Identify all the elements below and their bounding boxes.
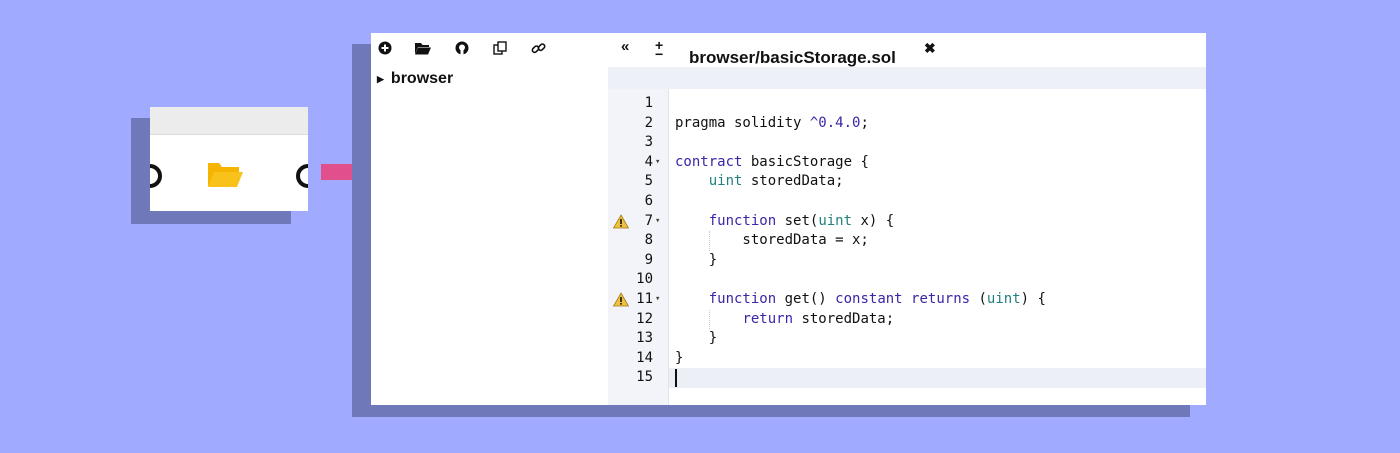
line-number: 7 — [644, 212, 653, 229]
plus-circle-icon[interactable] — [377, 40, 393, 56]
plus-minus-icon[interactable]: + − — [655, 38, 663, 61]
text-cursor — [675, 369, 677, 388]
tree-item-browser[interactable]: ▶ browser — [377, 70, 453, 88]
line-number: 6 — [644, 193, 653, 209]
code-text: return storedData; — [742, 310, 895, 327]
line-number: 2 — [644, 114, 653, 131]
github-icon — [296, 164, 308, 188]
code-line: 15 — [608, 368, 1206, 388]
code-line: return storedData; 12 — [608, 309, 1206, 330]
double-chevron-left-icon[interactable]: « — [621, 38, 629, 55]
code-line: } 13 — [608, 329, 1206, 349]
code-text: function get() constant returns (uint) { — [708, 291, 1046, 307]
fold-toggle-icon[interactable]: ▾ — [655, 212, 660, 232]
remix-ide-window: ▶ browser « + − browser/basicStorage.sol … — [371, 33, 1206, 405]
zoom-callout — [150, 107, 308, 211]
line-number: 8 — [644, 232, 653, 249]
code-line-content[interactable]: } — [669, 349, 1206, 369]
line-number: 14 — [636, 349, 653, 366]
code-line-content[interactable]: return storedData; — [669, 309, 1206, 330]
editor-top-band — [608, 67, 1206, 89]
folder-open-icon[interactable] — [415, 40, 431, 56]
code-line-content[interactable]: storedData = x; — [669, 231, 1206, 251]
line-number: 10 — [636, 271, 653, 288]
zoom-toolbar-strip — [150, 107, 308, 135]
code-line-content[interactable] — [669, 270, 1206, 290]
code-line: storedData = x; 8 — [608, 231, 1206, 251]
code-text: pragma solidity ^0.4.0; — [675, 114, 869, 131]
code-line: 10 — [608, 270, 1206, 290]
line-number: 5 — [644, 173, 653, 190]
code-text: contract basicStorage { — [675, 153, 869, 170]
code-text: function set(uint x) { — [708, 212, 895, 229]
tab-title: browser/basicStorage.sol — [689, 48, 896, 67]
code-line-content[interactable] — [669, 94, 1206, 114]
code-lines: 1 pragma solidity ^0.4.0; 2 3 contract basic… — [608, 89, 1206, 405]
line-number: 15 — [636, 369, 653, 386]
code-line: uint storedData; 5 — [608, 172, 1206, 192]
plus-circle-icon — [150, 164, 162, 188]
line-number: 3 — [644, 134, 653, 151]
code-line: contract basicStorage { 4 ▾ — [608, 153, 1206, 173]
code-text: } — [675, 251, 718, 268]
caret-right-icon: ▶ — [377, 73, 384, 84]
code-text: } — [675, 349, 684, 366]
code-line-content[interactable]: contract basicStorage { — [669, 153, 1206, 173]
code-line: pragma solidity ^0.4.0; 2 — [608, 114, 1206, 134]
code-line: function set(uint x) { 7 ▾ — [608, 212, 1206, 232]
line-number: 13 — [636, 330, 653, 347]
close-icon[interactable]: ✖ — [924, 40, 936, 57]
code-line-content[interactable] — [669, 133, 1206, 153]
fold-toggle-icon[interactable]: ▾ — [655, 290, 660, 310]
code-line-content[interactable]: pragma solidity ^0.4.0; — [669, 114, 1206, 134]
code-text: uint storedData; — [708, 173, 844, 190]
line-number: 11 — [636, 291, 653, 307]
code-line: } 9 — [608, 251, 1206, 271]
code-line: function get() constant returns (uint) {… — [608, 290, 1206, 310]
line-number: 9 — [644, 251, 653, 268]
tree-item-label: browser — [390, 70, 454, 87]
code-line: 6 — [608, 192, 1206, 212]
line-number: 4 — [644, 153, 653, 170]
code-line-content[interactable]: function set(uint x) { — [669, 212, 1206, 232]
github-icon[interactable] — [454, 40, 470, 56]
line-number: 1 — [644, 95, 653, 111]
fold-toggle-icon[interactable]: ▾ — [655, 153, 660, 173]
tab-basicstorage[interactable]: browser/basicStorage.sol ✖ — [678, 36, 944, 67]
code-text: storedData = x; — [675, 232, 869, 249]
code-text: } — [675, 330, 718, 347]
folder-open-icon — [208, 163, 243, 187]
line-number: 12 — [636, 310, 653, 327]
code-line-content[interactable]: } — [669, 251, 1206, 271]
code-line-content[interactable] — [669, 368, 1206, 388]
code-line: 3 — [608, 133, 1206, 153]
code-line-content[interactable]: function get() constant returns (uint) { — [669, 290, 1206, 310]
code-line-content[interactable]: uint storedData; — [669, 172, 1206, 192]
copy-icon[interactable] — [492, 40, 508, 56]
code-line-content[interactable]: } — [669, 329, 1206, 349]
link-icon[interactable] — [530, 40, 546, 56]
code-line-content[interactable] — [669, 192, 1206, 212]
code-line: } 14 — [608, 349, 1206, 369]
code-line: 1 — [608, 94, 1206, 114]
